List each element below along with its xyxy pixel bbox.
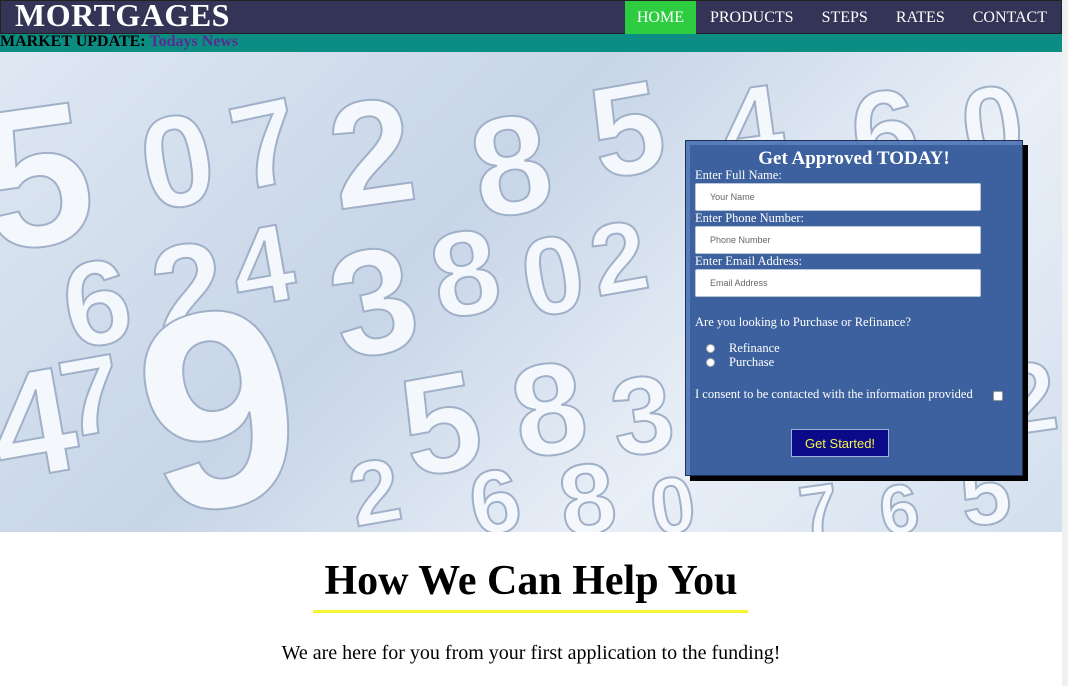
nav-home[interactable]: HOME	[624, 1, 696, 35]
nav-contact[interactable]: CONTACT	[959, 1, 1061, 35]
consent-checkbox[interactable]	[993, 391, 1003, 401]
market-update-ticker: MARKET UPDATE: Todays News	[0, 34, 1062, 52]
section-text: We are here for you from your first appl…	[281, 642, 781, 664]
refinance-label: Refinance	[729, 341, 780, 355]
full-name-input[interactable]	[695, 183, 981, 211]
nav-steps[interactable]: STEPS	[808, 1, 882, 35]
main-nav: HOME PRODUCTS STEPS RATES CONTACT	[624, 1, 1061, 35]
email-label: Enter Email Address:	[695, 254, 802, 268]
refinance-option[interactable]: Refinance	[706, 341, 780, 356]
purchase-option[interactable]: Purchase	[706, 355, 774, 370]
purchase-label: Purchase	[729, 355, 775, 369]
refinance-radio[interactable]	[706, 344, 715, 353]
nav-products[interactable]: PRODUCTS	[696, 1, 808, 35]
svg-text:5: 5	[579, 52, 676, 207]
section-title: How We Can Help You	[324, 558, 738, 604]
svg-text:6: 6	[462, 449, 529, 532]
loan-type-question: Are you looking to Purchase or Refinance…	[695, 315, 911, 329]
svg-text:0: 0	[512, 210, 594, 342]
svg-text:2: 2	[342, 439, 409, 532]
email-address-input[interactable]	[695, 269, 981, 297]
svg-text:8: 8	[552, 440, 623, 532]
page-scrollbar[interactable]	[1062, 0, 1068, 686]
site-logo[interactable]: MORTGAGES	[15, 0, 230, 34]
top-nav-bar: MORTGAGES HOME PRODUCTS STEPS RATES CONT…	[0, 0, 1062, 35]
phone-number-input[interactable]	[695, 226, 981, 254]
svg-text:2: 2	[319, 64, 425, 242]
approval-form: Get Approved TODAY! Enter Full Name: Ent…	[685, 140, 1023, 476]
ticker-news-link[interactable]: Todays News	[149, 33, 238, 50]
get-started-button[interactable]: Get Started!	[791, 429, 889, 457]
svg-text:7: 7	[219, 72, 312, 217]
purchase-radio[interactable]	[706, 358, 715, 367]
nav-rates[interactable]: RATES	[882, 1, 959, 35]
consent-label: I consent to be contacted with the infor…	[695, 387, 973, 401]
title-underline	[313, 610, 748, 613]
name-label: Enter Full Name:	[695, 168, 782, 182]
form-title: Get Approved TODAY!	[758, 148, 950, 169]
phone-label: Enter Phone Number:	[695, 211, 805, 225]
svg-text:2: 2	[582, 198, 656, 318]
ticker-label: MARKET UPDATE:	[0, 33, 146, 50]
